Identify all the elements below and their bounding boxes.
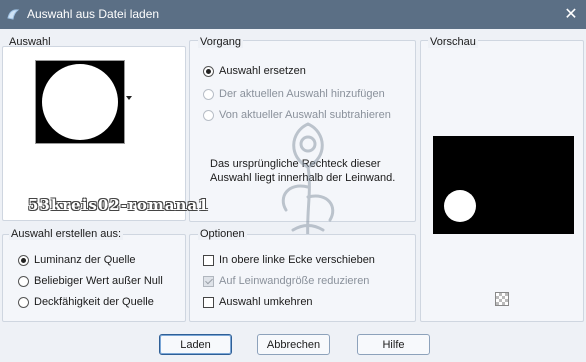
radio-button[interactable] bbox=[18, 254, 29, 266]
radio-auswahl-ersetzen[interactable]: Auswahl ersetzen bbox=[203, 65, 306, 77]
help-button[interactable]: Hilfe bbox=[357, 334, 430, 355]
radio-button[interactable] bbox=[18, 275, 29, 287]
vorschau-label: Vorschau bbox=[428, 36, 478, 48]
checkbox[interactable] bbox=[203, 296, 214, 308]
option-label: Der aktuellen Auswahl hinzufügen bbox=[219, 88, 385, 100]
radio-button[interactable] bbox=[18, 296, 29, 308]
option-label: Auswahl umkehren bbox=[219, 296, 313, 308]
checkbox bbox=[203, 275, 214, 287]
preview-circle bbox=[444, 190, 476, 222]
option-label: Luminanz der Quelle bbox=[34, 254, 136, 266]
radio-luminanz[interactable]: Luminanz der Quelle bbox=[18, 254, 136, 266]
optionen-label: Optionen bbox=[198, 228, 247, 240]
load-button[interactable]: Laden bbox=[159, 334, 232, 355]
checkbox-auswahl-umkehren[interactable]: Auswahl umkehren bbox=[203, 296, 313, 308]
psp-icon bbox=[7, 9, 20, 20]
radio-beliebiger-wert[interactable]: Beliebiger Wert außer Null bbox=[18, 275, 163, 287]
vorgang-label: Vorgang bbox=[198, 36, 243, 48]
transparency-checker-icon[interactable] bbox=[495, 292, 509, 306]
checkbox-obere-linke-ecke[interactable]: In obere linke Ecke verschieben bbox=[203, 254, 375, 266]
chevron-down-icon[interactable] bbox=[126, 96, 132, 100]
window-title: Auswahl aus Datei laden bbox=[27, 7, 160, 21]
cancel-button[interactable]: Abbrechen bbox=[257, 334, 330, 355]
option-label: Auf Leinwandgröße reduzieren bbox=[219, 275, 370, 287]
checkbox[interactable] bbox=[203, 254, 214, 266]
radio-deckfaehigkeit[interactable]: Deckfähigkeit der Quelle bbox=[18, 296, 154, 308]
thumbnail-circle bbox=[42, 64, 118, 140]
watermark-flower-art bbox=[281, 122, 335, 244]
checkbox-leinwandgroesse: Auf Leinwandgröße reduzieren bbox=[203, 275, 369, 287]
radio-button[interactable] bbox=[203, 65, 214, 77]
preview-image bbox=[433, 136, 574, 234]
option-label: Beliebiger Wert außer Null bbox=[34, 275, 163, 287]
auswahl-label: Auswahl bbox=[9, 36, 51, 48]
radio-button bbox=[203, 109, 214, 121]
erstellen-label: Auswahl erstellen aus: bbox=[9, 228, 124, 240]
title-bar: Auswahl aus Datei laden ✕ bbox=[0, 0, 586, 29]
close-icon[interactable]: ✕ bbox=[556, 0, 586, 29]
option-label: In obere linke Ecke verschieben bbox=[219, 254, 375, 266]
watermark-text: 53kreis02-romana1 bbox=[28, 196, 210, 214]
option-label: Auswahl ersetzen bbox=[219, 65, 306, 77]
option-label: Deckfähigkeit der Quelle bbox=[34, 296, 154, 308]
radio-auswahl-hinzufuegen: Der aktuellen Auswahl hinzufügen bbox=[203, 88, 385, 100]
radio-button bbox=[203, 88, 214, 100]
selection-thumbnail[interactable] bbox=[35, 60, 125, 144]
